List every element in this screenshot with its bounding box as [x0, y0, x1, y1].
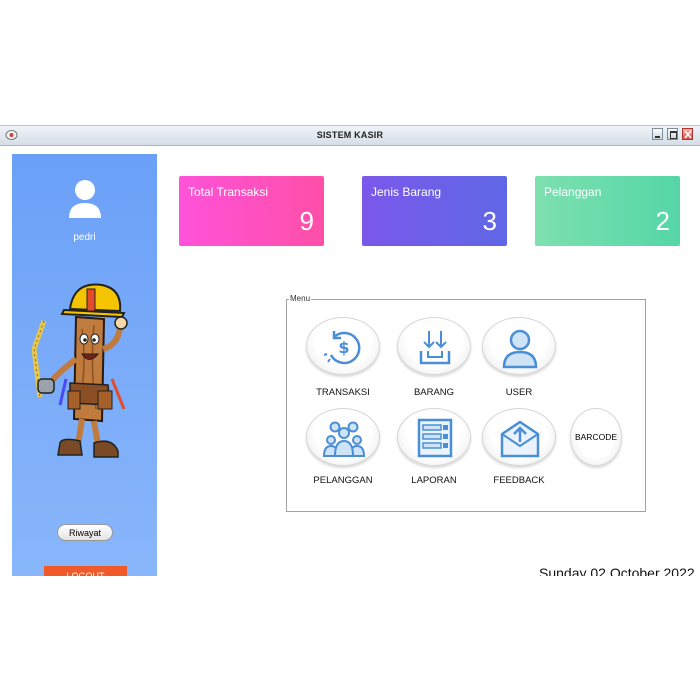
- minimize-button[interactable]: [652, 128, 663, 140]
- card-label: Pelanggan: [544, 185, 602, 199]
- menu-title: Menu: [289, 294, 312, 303]
- dollar-refresh-icon: $: [323, 331, 361, 365]
- menu-panel: Menu $ TRANSAKSI BARANG USER PELANGGAN L…: [286, 294, 646, 512]
- feedback-label: FEEDBACK: [493, 475, 545, 486]
- app-window: SISTEM KASIR pedri Riwayat LOGOUT Total …: [0, 125, 700, 576]
- logout-button[interactable]: LOGOUT: [44, 566, 127, 576]
- card-label: Jenis Barang: [371, 185, 442, 199]
- report-list-icon: [417, 418, 453, 458]
- window-title: SISTEM KASIR: [316, 130, 384, 140]
- title-bar: SISTEM KASIR: [0, 125, 700, 146]
- card-value: 3: [482, 206, 497, 236]
- card-total-transaksi: Total Transaksi 9: [179, 176, 324, 246]
- svg-text:$: $: [338, 338, 349, 357]
- mascot-image: [32, 283, 128, 458]
- envelope-upload-icon: [500, 420, 540, 458]
- pelanggan-label: PELANGGAN: [313, 475, 373, 486]
- barcode-button[interactable]: BARCODE: [570, 408, 622, 466]
- pelanggan-button[interactable]: [306, 408, 380, 466]
- group-icon: [322, 421, 366, 457]
- close-button[interactable]: [682, 128, 693, 140]
- username: pedri: [73, 232, 96, 243]
- barang-button[interactable]: [397, 317, 471, 375]
- laporan-label: LAPORAN: [411, 475, 457, 486]
- transaksi-label: TRANSAKSI: [316, 387, 370, 398]
- user-label: USER: [505, 387, 533, 398]
- avatar-icon: [69, 180, 101, 218]
- inbox-download-icon: [419, 331, 451, 365]
- user-button[interactable]: [482, 317, 556, 375]
- card-pelanggan: Pelanggan 2: [535, 176, 680, 246]
- barang-label: BARANG: [413, 387, 455, 398]
- user-icon: [502, 329, 538, 369]
- maximize-icon: [670, 131, 677, 139]
- transaksi-button[interactable]: $: [306, 317, 380, 375]
- maximize-button[interactable]: [667, 128, 678, 140]
- close-icon: [684, 130, 692, 139]
- feedback-button[interactable]: [482, 408, 556, 466]
- card-value: 2: [655, 206, 670, 236]
- card-value: 9: [299, 206, 314, 236]
- card-jenis-barang: Jenis Barang 3: [362, 176, 507, 246]
- laporan-button[interactable]: [397, 408, 471, 466]
- sidebar: pedri Riwayat LOGOUT: [12, 154, 157, 576]
- riwayat-button[interactable]: Riwayat: [57, 524, 113, 541]
- current-date: Sunday 02 October 2022: [539, 565, 695, 576]
- card-label: Total Transaksi: [188, 185, 269, 199]
- minimize-icon: [655, 136, 660, 138]
